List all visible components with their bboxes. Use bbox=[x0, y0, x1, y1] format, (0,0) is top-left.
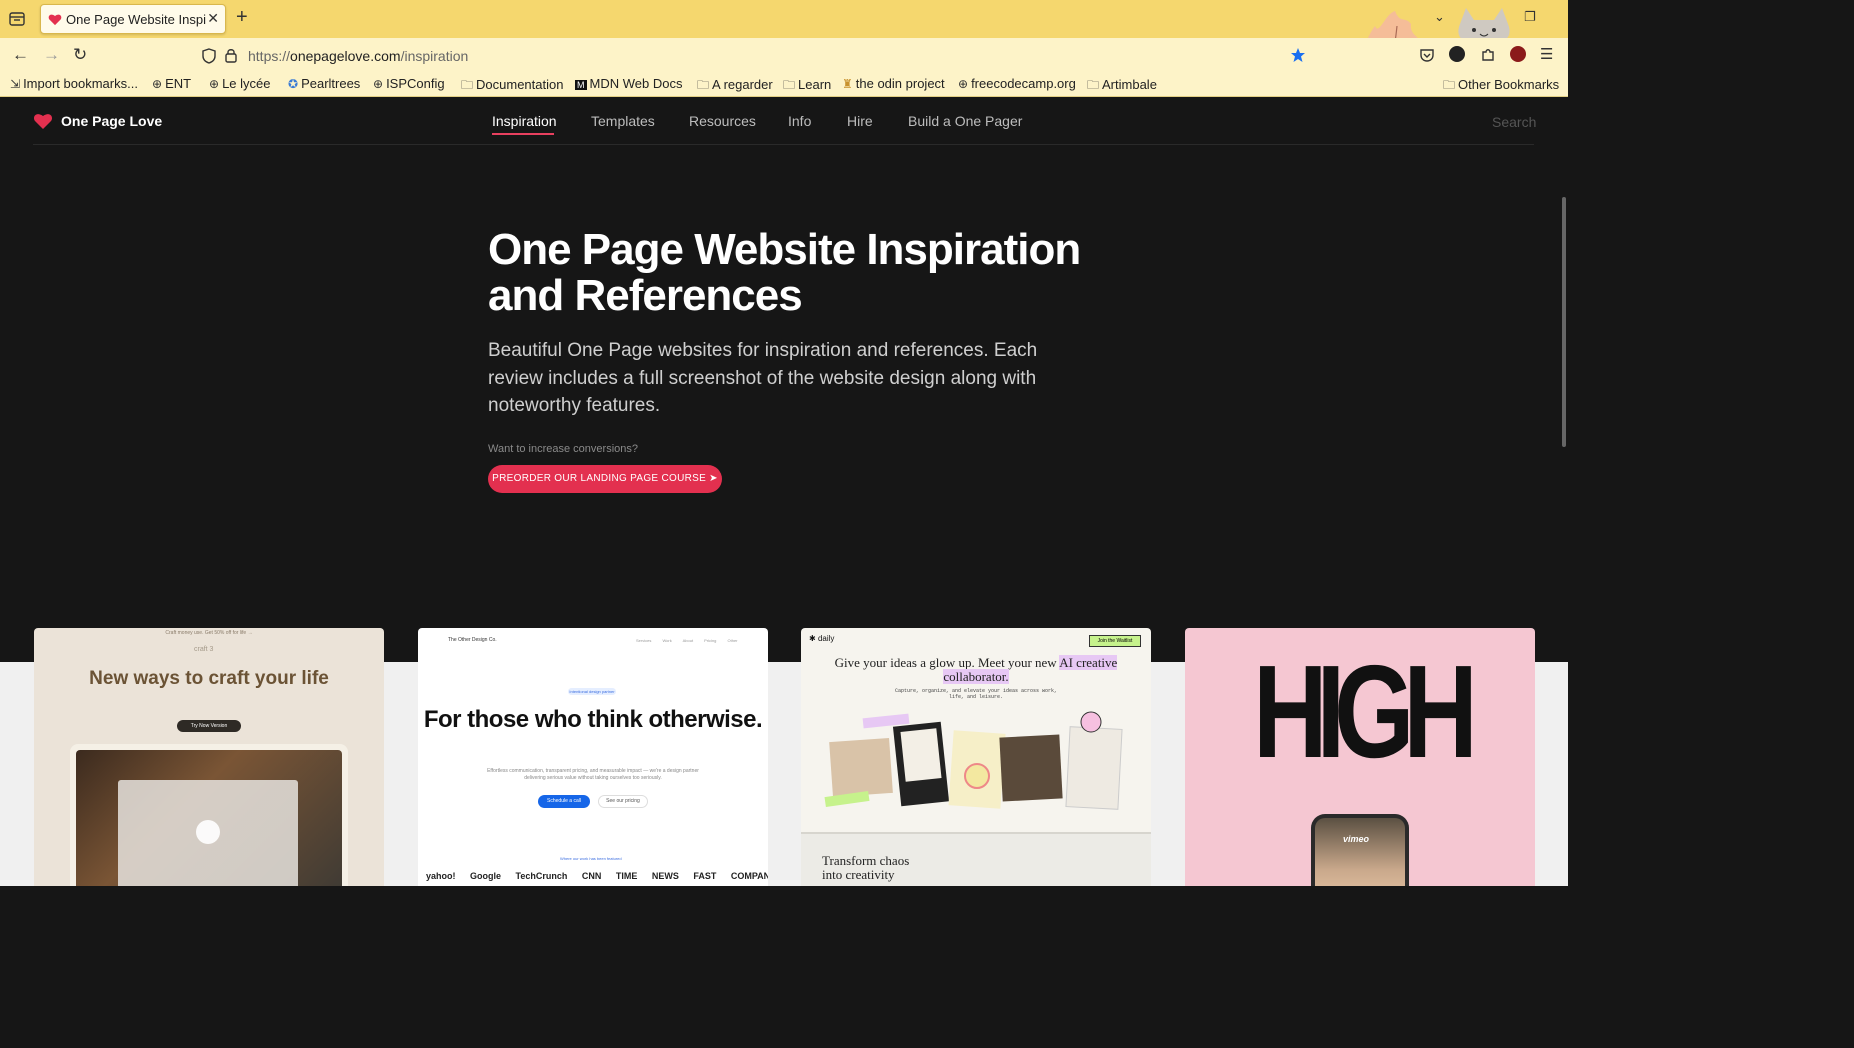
mdn-icon: M bbox=[575, 80, 587, 90]
bookmark-item[interactable]: ✪ Pearltrees bbox=[288, 76, 360, 91]
extension-l-icon[interactable] bbox=[1449, 46, 1465, 62]
nav-templates[interactable]: Templates bbox=[591, 113, 655, 129]
showcase-card-high[interactable]: HIGH vimeo bbox=[1185, 628, 1535, 886]
reload-icon[interactable]: ↻ bbox=[73, 45, 87, 65]
showcase-card-other-design[interactable]: The Other Design Co. Services Work About… bbox=[418, 628, 768, 886]
url-text: https://onepagelove.com/inspiration bbox=[248, 48, 469, 64]
bookmark-item[interactable]: ⇲ Import bookmarks... bbox=[10, 76, 138, 91]
nav-resources[interactable]: Resources bbox=[689, 113, 756, 129]
hero-subtitle: Beautiful One Page websites for inspirat… bbox=[488, 340, 1038, 416]
daily-logo: ✱ daily bbox=[809, 634, 835, 643]
ublock-icon[interactable] bbox=[1510, 46, 1526, 62]
import-icon: ⇲ bbox=[10, 77, 21, 91]
bookmark-item[interactable]: M MDN Web Docs bbox=[575, 76, 682, 91]
bookmark-item[interactable]: ⊕ Le lycée bbox=[209, 76, 270, 91]
brand-name: One Page Love bbox=[61, 113, 163, 129]
close-tab-icon[interactable]: ✕ bbox=[207, 10, 219, 27]
cta-label: PREORDER OUR LANDING PAGE COURSE bbox=[492, 473, 707, 484]
cta-note: Want to increase conversions? bbox=[488, 443, 638, 455]
hamburger-menu-icon[interactable]: ☰ bbox=[1540, 45, 1553, 65]
extensions-puzzle-icon[interactable] bbox=[1480, 47, 1496, 63]
globe-icon: ⊕ bbox=[958, 77, 969, 91]
chevron-down-icon[interactable]: ⌄ bbox=[1434, 9, 1445, 25]
collage-image bbox=[824, 711, 1123, 810]
forward-arrow-icon[interactable]: → bbox=[43, 45, 60, 65]
bookmark-item[interactable]: 🗀 A regarder bbox=[697, 76, 773, 97]
browser-tab-bar: One Page Website Inspira ✕ + ⌄ ❐ bbox=[0, 0, 1568, 96]
card-big-word: HIGH bbox=[1253, 638, 1478, 785]
back-arrow-icon[interactable]: ← bbox=[12, 45, 29, 65]
bookmark-item[interactable]: ⊕ freecodecamp.org bbox=[958, 76, 1076, 91]
vimeo-label: vimeo bbox=[1343, 834, 1370, 844]
bookmark-item[interactable]: ♜ the odin project bbox=[842, 76, 945, 91]
card-menu: Services Work About Pricing Other bbox=[636, 638, 738, 643]
browser-tab[interactable]: One Page Website Inspira ✕ bbox=[40, 4, 226, 34]
nav-build-one-pager[interactable]: Build a One Pager bbox=[908, 113, 1022, 129]
bookmark-item[interactable]: 🗀 Documentation bbox=[461, 76, 563, 97]
globe-icon: ⊕ bbox=[209, 77, 220, 91]
browser-toolbar: ← → ↻ https://onepagelove.com/inspiratio… bbox=[0, 38, 1568, 72]
card-secondary-button: See our pricing bbox=[598, 795, 648, 808]
restore-window-icon[interactable]: ❐ bbox=[1524, 9, 1536, 25]
shield-icon[interactable] bbox=[202, 48, 216, 64]
heart-icon bbox=[48, 14, 62, 26]
globe-icon: ⊕ bbox=[152, 77, 163, 91]
card-bottom-section: Transform chaos into creativity bbox=[801, 832, 1151, 886]
folder-icon: 🗀 bbox=[461, 78, 474, 92]
folder-icon: 🗀 bbox=[697, 78, 710, 92]
folder-icon: 🗀 bbox=[1087, 78, 1100, 92]
new-tab-icon[interactable]: + bbox=[236, 7, 248, 27]
pocket-icon[interactable] bbox=[1419, 47, 1435, 63]
preorder-course-button[interactable]: PREORDER OUR LANDING PAGE COURSE ➤ bbox=[488, 465, 722, 493]
address-bar[interactable]: https://onepagelove.com/inspiration bbox=[196, 41, 1316, 69]
nav-hire[interactable]: Hire bbox=[847, 113, 873, 129]
search-input[interactable]: Search bbox=[1492, 114, 1536, 130]
bookmark-item[interactable]: ⊕ ENT bbox=[152, 76, 191, 91]
card-button: Try Now Version bbox=[177, 720, 241, 732]
card-headline: New ways to craft your life bbox=[89, 668, 329, 689]
active-nav-indicator bbox=[492, 133, 554, 135]
divider bbox=[33, 144, 1534, 145]
tab-title: One Page Website Inspira bbox=[66, 12, 206, 27]
folder-icon: 🗀 bbox=[783, 78, 796, 92]
card-button: Join the Waitlist bbox=[1089, 635, 1141, 647]
card-top-banner: Craft money use. Get 50% off for life → bbox=[165, 630, 253, 636]
card-featured-label: Where our work has been featured bbox=[560, 856, 622, 861]
pearltrees-icon: ✪ bbox=[288, 77, 299, 91]
odin-icon: ♜ bbox=[842, 77, 853, 91]
heart-icon bbox=[33, 114, 53, 129]
card-primary-button: Schedule a call bbox=[538, 795, 590, 808]
globe-icon: ⊕ bbox=[373, 77, 384, 91]
nav-info[interactable]: Info bbox=[788, 113, 811, 129]
website: One Page Love Inspiration Templates Reso… bbox=[0, 97, 1568, 886]
showcase-card-craft[interactable]: Craft money use. Get 50% off for life → … bbox=[34, 628, 384, 886]
card-headline: Give your ideas a glow up. Meet your new… bbox=[834, 655, 1118, 684]
bookmark-item[interactable]: 🗀 Artimbale bbox=[1087, 76, 1157, 97]
other-bookmarks[interactable]: 🗀 Other Bookmarks bbox=[1443, 76, 1559, 97]
bookmark-item[interactable]: ⊕ ISPConfig bbox=[373, 76, 445, 91]
laptop-image bbox=[70, 744, 348, 886]
card-paragraph: Capture, organize, and elevate your idea… bbox=[894, 688, 1058, 700]
phone-image: vimeo bbox=[1311, 814, 1409, 886]
card-badge: Intentional design partner bbox=[568, 688, 616, 695]
card-paragraph: Effortless communication, transparent pr… bbox=[487, 768, 699, 781]
scrollbar[interactable] bbox=[1562, 197, 1566, 447]
nav-inspiration[interactable]: Inspiration bbox=[492, 113, 557, 129]
card-brand: The Other Design Co. bbox=[448, 637, 497, 643]
page-title: One Page Website Inspiration and Referen… bbox=[488, 225, 1081, 320]
bookmarks-bar: ⇲ Import bookmarks... ⊕ ENT ⊕ Le lycée ✪ Pea… bbox=[0, 72, 1568, 97]
play-icon bbox=[196, 820, 220, 844]
tab-list-icon[interactable] bbox=[8, 10, 26, 28]
folder-icon: 🗀 bbox=[1443, 78, 1456, 92]
paper-plane-icon: ➤ bbox=[709, 473, 718, 484]
bookmark-item[interactable]: 🗀 Learn bbox=[783, 76, 831, 97]
showcase-card-daily[interactable]: ✱ daily Join the Waitlist Give your idea… bbox=[801, 628, 1151, 886]
card-headline: For those who think otherwise. bbox=[423, 706, 763, 733]
craft-logo: craft 3 bbox=[194, 646, 214, 653]
lock-icon[interactable] bbox=[225, 48, 237, 63]
bookmark-star-icon[interactable] bbox=[1290, 47, 1306, 63]
press-logos: yahoo! Google TechCrunch CNN TIME NEWS F… bbox=[426, 871, 768, 881]
